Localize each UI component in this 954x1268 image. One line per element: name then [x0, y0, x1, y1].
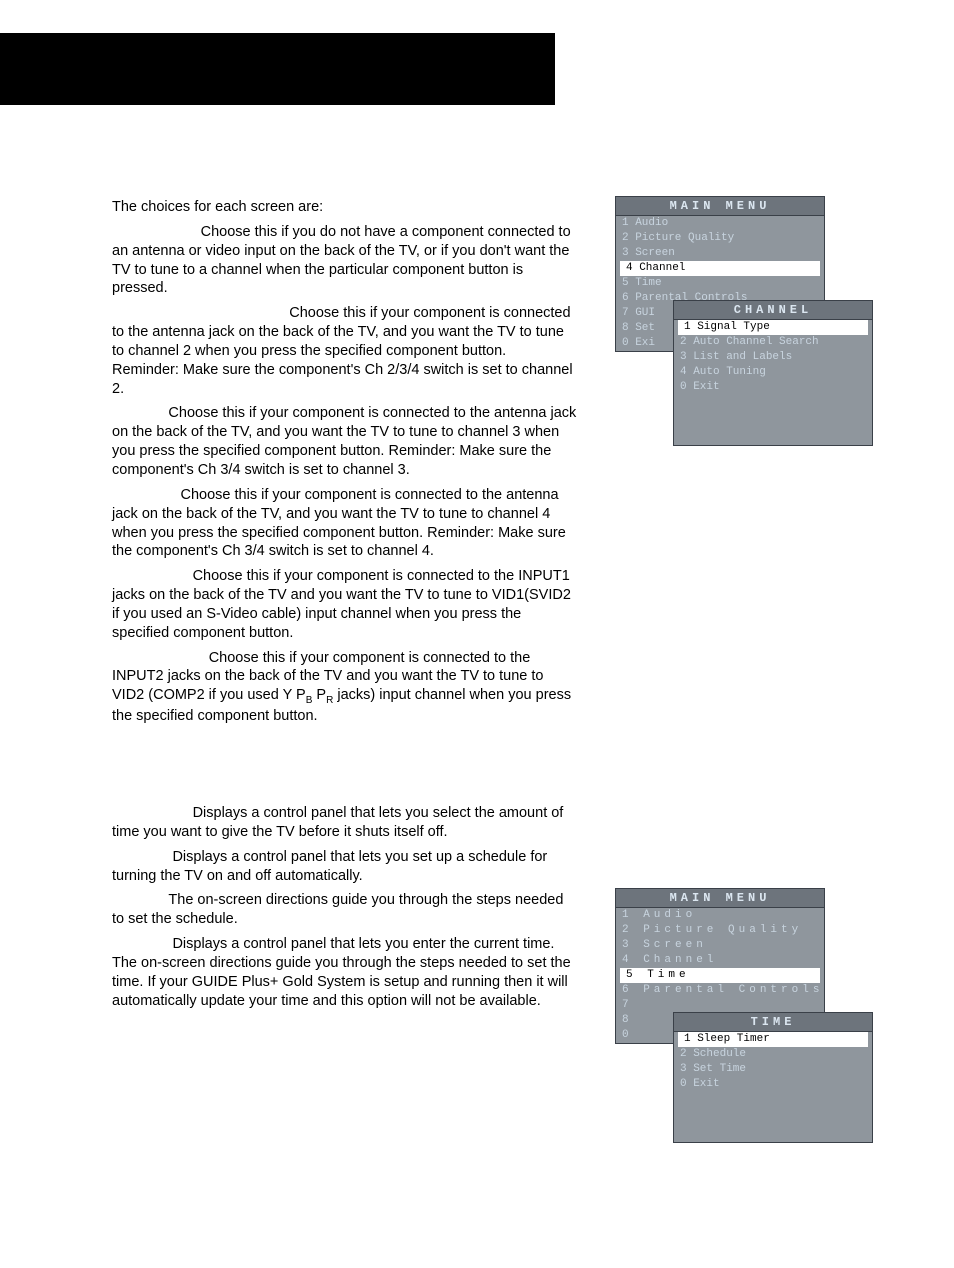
osd-channel: MAIN MENU 1 Audio 2 Picture Quality 3 Sc…	[615, 196, 875, 456]
para-nochange: Choose this if you do not have a compone…	[112, 223, 577, 298]
body-text: The choices for each screen are: Choose …	[112, 198, 577, 1016]
channel-submenu-panel: CHANNEL 1 Signal Type 2 Auto Channel Sea…	[673, 300, 873, 446]
intro: The choices for each screen are:	[112, 198, 577, 217]
menu-item-selected: 5 Time	[620, 968, 820, 983]
osd-time: MAIN MENU 1 Audio 2 Picture Quality 3 Sc…	[615, 888, 875, 1148]
menu-item-selected: 4 Channel	[620, 261, 820, 276]
submenu-item: 3 Set Time	[674, 1062, 872, 1077]
para-ant2: Choose this if your component is connect…	[112, 304, 577, 398]
menu-item: 4 Channel	[616, 953, 824, 968]
chapter-banner	[0, 33, 555, 105]
main-menu-title: MAIN MENU	[616, 889, 824, 908]
para-sleep: Displays a control panel that lets you s…	[112, 804, 577, 842]
menu-item: 2 Picture Quality	[616, 923, 824, 938]
para-ant3: Choose this if your component is connect…	[112, 404, 577, 479]
submenu-item: 3 List and Labels	[674, 350, 872, 365]
submenu-item: 4 Auto Tuning	[674, 365, 872, 380]
menu-item: 3 Screen	[616, 246, 824, 261]
main-menu-title: MAIN MENU	[616, 197, 824, 216]
time-submenu-panel: TIME 1 Sleep Timer 2 Schedule 3 Set Time…	[673, 1012, 873, 1143]
menu-item: 1 Audio	[616, 908, 824, 923]
para-settime: Displays a control panel that lets you e…	[112, 935, 577, 1010]
para-in2: Choose this if your component is connect…	[112, 649, 577, 726]
menu-item: 7	[616, 998, 824, 1013]
channel-title: CHANNEL	[674, 301, 872, 320]
submenu-item-selected: 1 Sleep Timer	[678, 1032, 868, 1047]
para-in1: Choose this if your component is connect…	[112, 567, 577, 642]
menu-item: 3 Screen	[616, 938, 824, 953]
time-title: TIME	[674, 1013, 872, 1032]
submenu-item: 0 Exit	[674, 380, 872, 395]
menu-item: 2 Picture Quality	[616, 231, 824, 246]
submenu-item: 2 Auto Channel Search	[674, 335, 872, 350]
menu-item: 1 Audio	[616, 216, 824, 231]
para-schedule-note: The on-screen directions guide you throu…	[112, 891, 577, 929]
menu-item: 6 Parental Controls	[616, 983, 824, 998]
submenu-item: 0 Exit	[674, 1077, 872, 1092]
para-ant4: Choose this if your component is connect…	[112, 486, 577, 561]
menu-item: 5 Time	[616, 276, 824, 291]
submenu-item: 2 Schedule	[674, 1047, 872, 1062]
submenu-item-selected: 1 Signal Type	[678, 320, 868, 335]
para-schedule: Displays a control panel that lets you s…	[112, 848, 577, 886]
